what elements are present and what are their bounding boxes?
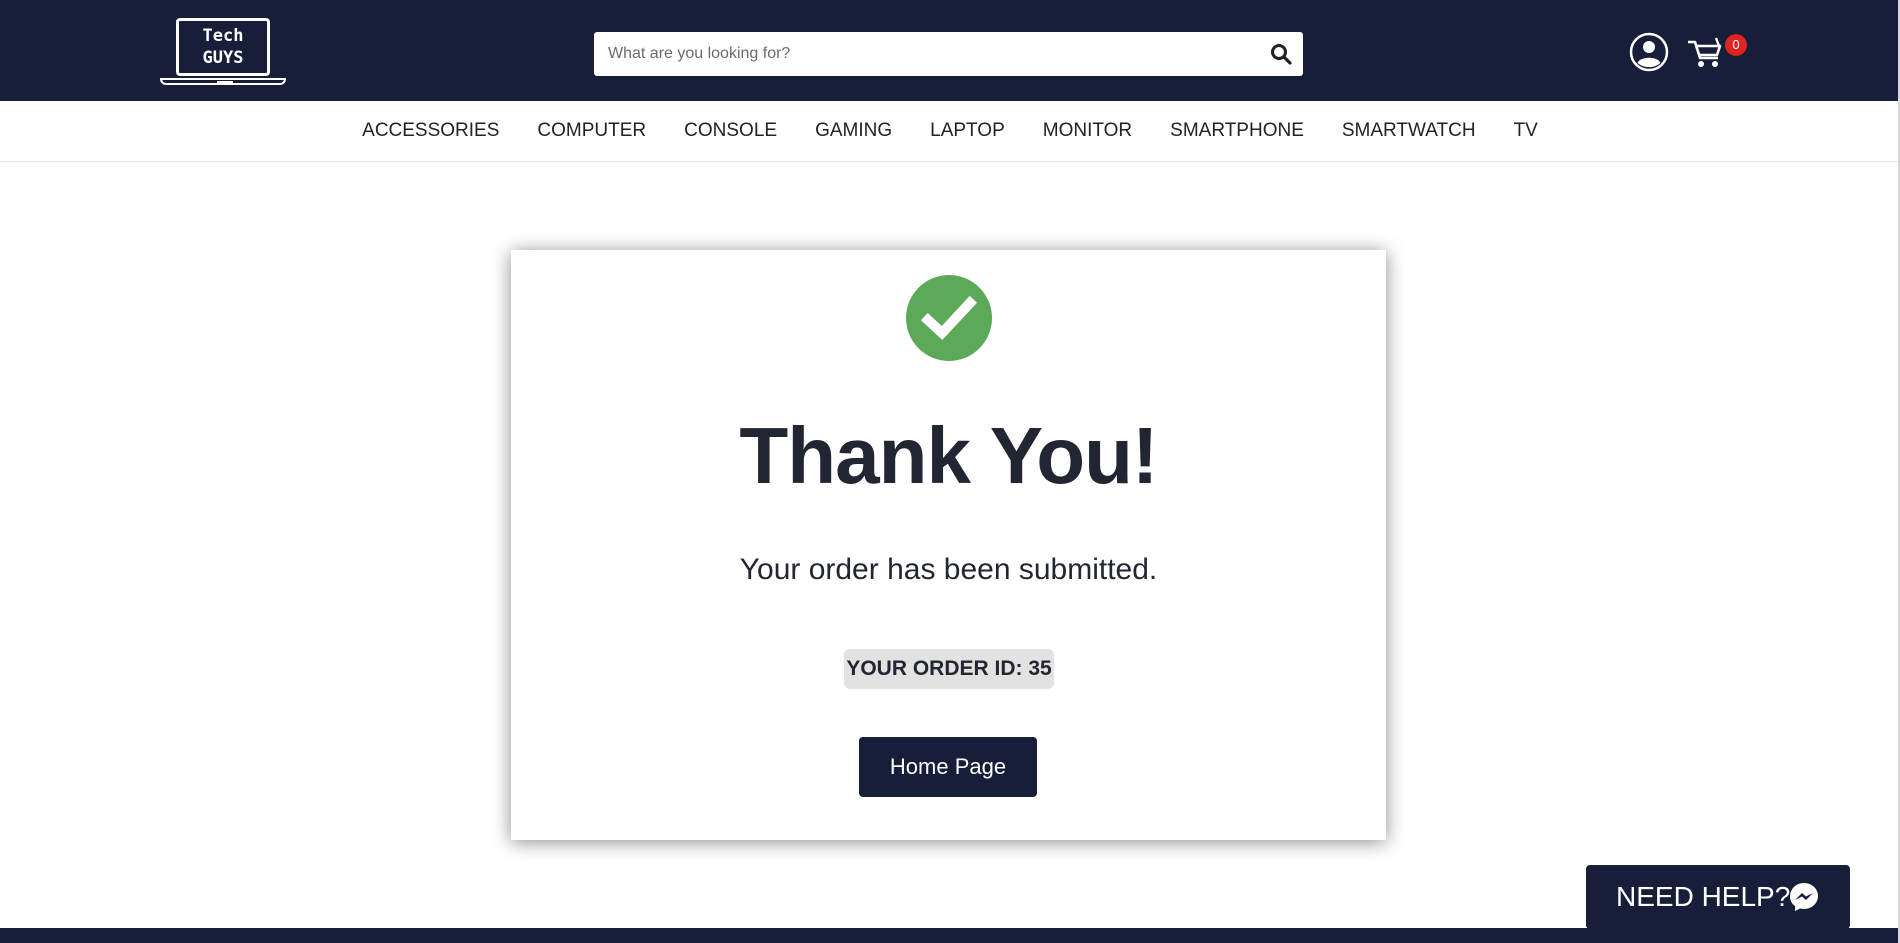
category-gaming[interactable]: GAMING <box>796 120 911 142</box>
logo-laptop-base <box>160 78 286 85</box>
category-monitor[interactable]: MONITOR <box>1024 120 1151 142</box>
footer-strip <box>0 928 1900 943</box>
category-laptop[interactable]: LAPTOP <box>911 120 1024 142</box>
top-bar: Tech GUYS 0 <box>0 0 1900 101</box>
messenger-icon <box>1790 883 1818 911</box>
order-submitted-message: Your order has been submitted. <box>739 553 1158 586</box>
order-confirmation-card: Thank You! Your order has been submitted… <box>511 250 1386 840</box>
search-icon[interactable] <box>1269 42 1293 66</box>
need-help-label: NEED HELP? <box>1616 881 1791 912</box>
category-smartphone[interactable]: SMARTPHONE <box>1151 120 1323 142</box>
category-nav: ACCESSORIES COMPUTER CONSOLE GAMING LAPT… <box>0 101 1900 162</box>
category-accessories[interactable]: ACCESSORIES <box>343 120 518 142</box>
logo-text-line1: Tech <box>202 26 244 46</box>
category-console[interactable]: CONSOLE <box>665 120 796 142</box>
tech-guys-logo[interactable]: Tech GUYS <box>160 16 286 90</box>
order-id-badge: YOUR ORDER ID: 35 <box>844 649 1054 689</box>
logo-text-line2: GUYS <box>202 48 244 68</box>
home-page-button[interactable]: Home Page <box>859 737 1037 797</box>
success-check-icon <box>906 275 992 361</box>
search-bar <box>594 32 1303 76</box>
category-smartwatch[interactable]: SMARTWATCH <box>1323 120 1495 142</box>
cart-count-badge: 0 <box>1725 34 1747 56</box>
need-help-button[interactable]: NEED HELP? <box>1586 865 1850 929</box>
logo-screen: Tech GUYS <box>176 18 270 76</box>
user-account-icon[interactable] <box>1629 32 1669 72</box>
search-input[interactable] <box>594 32 1254 76</box>
thank-you-heading: Thank You! <box>739 411 1158 500</box>
shopping-cart-icon[interactable] <box>1686 36 1726 70</box>
category-tv[interactable]: TV <box>1495 120 1557 142</box>
category-computer[interactable]: COMPUTER <box>518 120 665 142</box>
